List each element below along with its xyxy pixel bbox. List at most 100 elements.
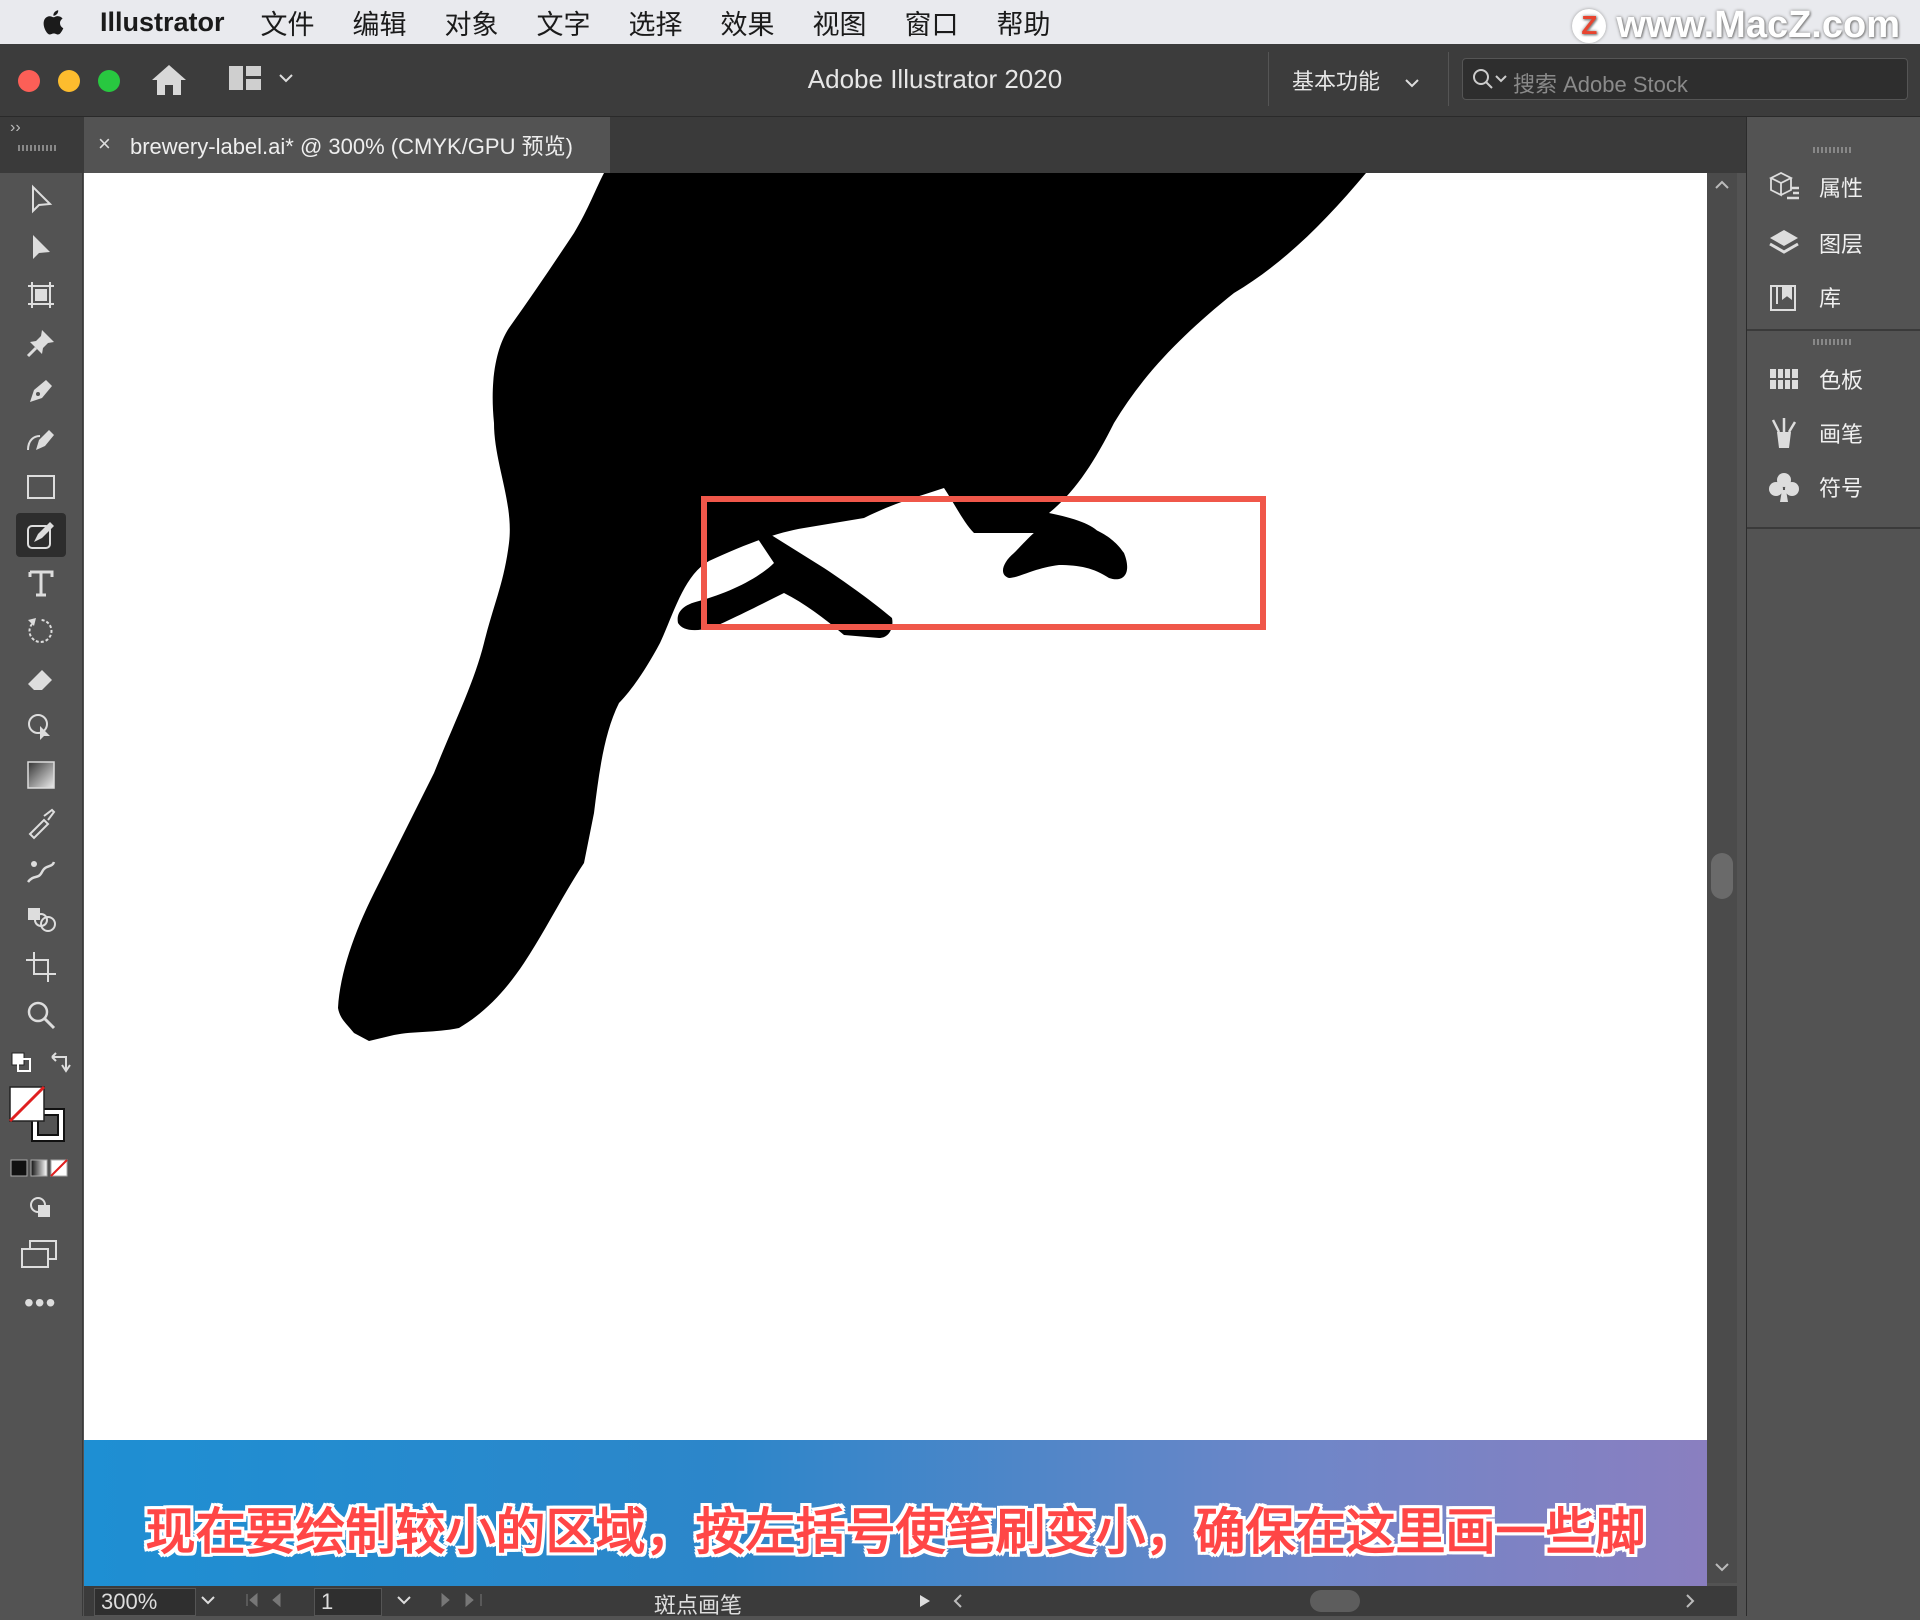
blob-brush-icon — [27, 522, 54, 549]
swatches-icon — [1770, 369, 1798, 389]
status-bar: 300% 1 斑点画笔 — [84, 1586, 1737, 1618]
pen-tool[interactable] — [16, 369, 66, 413]
direct-selection-tool[interactable] — [16, 225, 66, 269]
menu-type[interactable]: 文字 — [537, 3, 591, 42]
puppet-warp-tool[interactable] — [16, 321, 66, 365]
app-title-bar: Adobe Illustrator 2020 基本功能 搜索 Adobe Sto… — [0, 44, 1920, 117]
workspace-label: 基本功能 — [1292, 69, 1381, 94]
apple-menu-icon[interactable] — [40, 7, 70, 37]
crop-tool[interactable] — [16, 945, 66, 989]
menu-select[interactable]: 选择 — [629, 3, 683, 42]
shape-builder-tool[interactable] — [16, 705, 66, 749]
default-fill-stroke-icon[interactable] — [10, 1051, 34, 1075]
symbol-sprayer-tool[interactable] — [16, 849, 66, 893]
panel-properties[interactable]: 属性 — [1767, 167, 1863, 207]
panel-libraries[interactable]: 库 — [1767, 277, 1841, 317]
scroll-up-icon[interactable] — [1714, 179, 1730, 191]
zoom-tool[interactable] — [16, 993, 66, 1037]
panel-label: 库 — [1819, 286, 1842, 311]
eraser-icon — [28, 670, 52, 690]
divider — [1268, 52, 1269, 106]
watermark-badge: Z — [1572, 8, 1607, 43]
curvature-tool[interactable] — [16, 417, 66, 461]
edit-toolbar-icon[interactable]: ••• — [24, 1287, 56, 1319]
magnifier-icon — [27, 1001, 56, 1030]
panel-grip[interactable] — [1813, 339, 1853, 345]
panel-symbols[interactable]: 符号 — [1767, 467, 1863, 507]
expand-toolbar-icon[interactable]: ›› — [10, 119, 21, 137]
scroll-right-icon[interactable] — [1684, 1593, 1696, 1609]
subtitle-banner: 现在要绘制较小的区域，按左括号使笔刷变小，确保在这里画一些脚 — [84, 1440, 1707, 1586]
artboard-dropdown-icon[interactable] — [396, 1594, 412, 1606]
vertical-scrollbar[interactable] — [1707, 173, 1737, 1583]
layers-icon — [1769, 230, 1799, 254]
menu-window[interactable]: 窗口 — [905, 3, 959, 42]
panel-separator — [1747, 329, 1920, 331]
app-menu[interactable]: Illustrator — [100, 7, 225, 38]
artboard-icon — [28, 282, 54, 308]
fill-stroke-swatch[interactable] — [8, 1085, 70, 1147]
panel-label: 属性 — [1819, 176, 1864, 201]
watermark: Z www.MacZ.com — [1572, 4, 1900, 47]
artboard-canvas[interactable] — [84, 173, 1707, 1440]
shape-builder-icon — [28, 714, 50, 740]
symbol-sprayer-icon — [27, 861, 56, 883]
tools-panel: ••• — [0, 173, 83, 1616]
menu-view[interactable]: 视图 — [813, 3, 867, 42]
stock-search-field[interactable]: 搜索 Adobe Stock — [1462, 58, 1908, 100]
panel-label: 色板 — [1819, 368, 1864, 393]
horizontal-scroll-thumb[interactable] — [1310, 1590, 1360, 1612]
gradient-tool[interactable] — [16, 753, 66, 797]
libraries-icon — [1770, 285, 1796, 311]
scroll-down-icon[interactable] — [1714, 1561, 1730, 1573]
panel-label: 符号 — [1819, 476, 1864, 501]
type-tool[interactable] — [16, 561, 66, 605]
scroll-thumb[interactable] — [1711, 853, 1733, 899]
next-last-artboard-icons[interactable] — [438, 1592, 494, 1608]
menu-effect[interactable]: 效果 — [721, 3, 775, 42]
selection-arrow-icon — [32, 184, 53, 214]
blob-brush-tool[interactable] — [16, 513, 66, 557]
zoom-level-field[interactable]: 300% — [94, 1588, 196, 1616]
color-mode-buttons[interactable] — [10, 1159, 70, 1177]
artboard-number-field[interactable]: 1 — [314, 1588, 382, 1616]
panel-swatches[interactable]: 色板 — [1767, 359, 1863, 399]
scroll-left-icon[interactable] — [952, 1593, 964, 1609]
rectangle-tool[interactable] — [16, 465, 66, 509]
artboard-tool[interactable] — [16, 273, 66, 317]
blend-tool[interactable] — [16, 897, 66, 941]
panel-label: 图层 — [1819, 232, 1864, 257]
panel-grip[interactable] — [1813, 147, 1853, 153]
rectangle-icon — [27, 475, 55, 499]
status-menu-icon[interactable] — [918, 1593, 932, 1609]
eraser-tool[interactable] — [16, 657, 66, 701]
menu-edit[interactable]: 编辑 — [353, 3, 407, 42]
rotate-icon — [28, 618, 53, 643]
selection-tool[interactable] — [16, 177, 66, 221]
symbols-icon — [1769, 473, 1799, 502]
eyedropper-icon — [28, 808, 56, 840]
zoom-dropdown-icon[interactable] — [200, 1594, 216, 1606]
direct-selection-arrow-icon — [33, 235, 50, 259]
current-tool-name: 斑点画笔 — [654, 1593, 743, 1618]
draw-mode-icon[interactable] — [26, 1193, 56, 1223]
toolbar-grip[interactable] — [18, 145, 58, 151]
menu-help[interactable]: 帮助 — [997, 3, 1051, 42]
close-tab-button[interactable]: × — [98, 131, 111, 157]
search-icon — [1473, 69, 1507, 89]
workspace-switcher[interactable]: 基本功能 — [1292, 64, 1420, 96]
document-tab[interactable]: × brewery-label.ai* @ 300% (CMYK/GPU 预览) — [84, 117, 610, 173]
first-prev-artboard-icons[interactable] — [244, 1592, 300, 1608]
crop-icon — [26, 952, 56, 982]
curvature-pen-icon — [27, 430, 54, 451]
rotate-tool[interactable] — [16, 609, 66, 653]
screen-mode-icon[interactable] — [20, 1239, 60, 1269]
panel-layers[interactable]: 图层 — [1767, 223, 1863, 263]
watermark-text: www.MacZ.com — [1616, 4, 1900, 46]
menu-file[interactable]: 文件 — [261, 3, 315, 42]
panel-brushes[interactable]: 画笔 — [1767, 413, 1863, 453]
eyedropper-tool[interactable] — [16, 801, 66, 845]
menu-object[interactable]: 对象 — [445, 3, 499, 42]
swap-fill-stroke-icon[interactable] — [48, 1051, 74, 1075]
panels-dock: 属性 图层 库 色板 画笔 符号 — [1746, 117, 1920, 1616]
